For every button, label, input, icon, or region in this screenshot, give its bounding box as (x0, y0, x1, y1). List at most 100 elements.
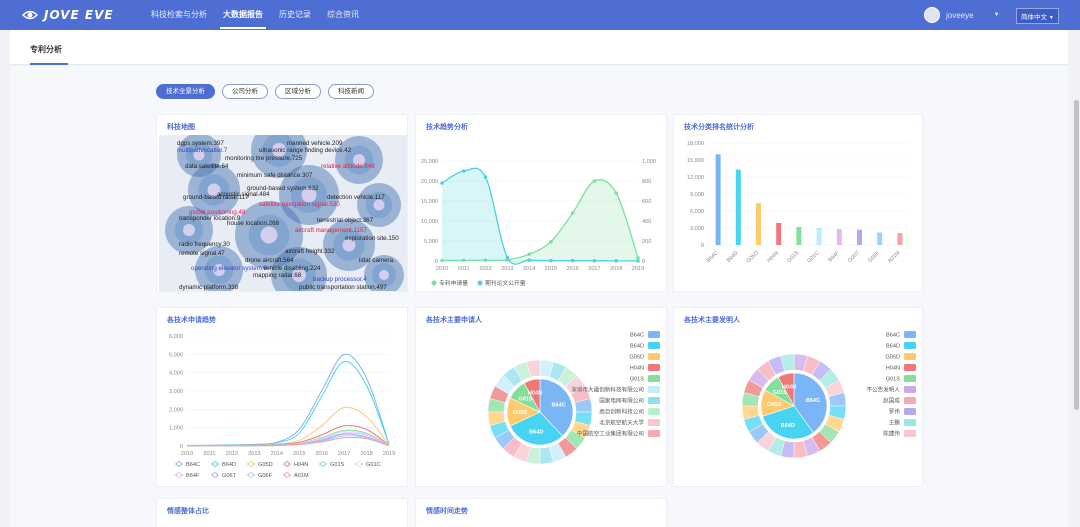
inventors-card: 各技术主要发明人 B64C B64D G05D G01S H04N B64C B64D G05… (673, 307, 923, 487)
map-label: house location.268 (227, 220, 280, 227)
x-tick-label: G06T (847, 250, 861, 264)
legend-label: B64C (886, 333, 900, 339)
data-point (527, 258, 531, 262)
legend-label: A01M (294, 473, 309, 479)
y2-tick-label: 0 (642, 259, 645, 265)
pill-tech-overview[interactable]: 技术全景分析 (156, 84, 215, 99)
map-label: operating elevator system.6 (191, 265, 268, 272)
x-tick-label: H04N (766, 250, 780, 264)
map-label: dgps system.397 (177, 140, 224, 147)
legend-marker (176, 472, 182, 478)
y-tick-label: 0 (180, 444, 183, 450)
legend-swatch (648, 419, 660, 426)
pill-company[interactable]: 公司分析 (222, 84, 268, 99)
y-tick-label: 5,000 (169, 352, 183, 358)
y2-tick-label: 400 (642, 219, 651, 225)
map-peak (379, 270, 389, 280)
legend-label: 北京航空航天大学 (599, 419, 644, 427)
y-tick-label: 3,000 (169, 389, 183, 395)
legend-swatch (904, 342, 916, 349)
x-tick-label: G01C (806, 250, 820, 264)
nav-item-search-analysis[interactable]: 科技检索与分析 (143, 0, 215, 30)
legend-swatch (648, 386, 660, 393)
x-tick-label: 2011 (203, 451, 215, 457)
data-point (527, 252, 531, 256)
map-label: drone aircraft.564 (245, 257, 294, 264)
card-title: 情感整体占比 (167, 508, 209, 515)
x-tick-label: 2019 (383, 451, 395, 457)
apply-trend-card: 各技术申请趋势 6,000 5,000 4,000 3,000 2,000 1,000 0 2… (156, 307, 408, 487)
y-tick-label: 15,000 (687, 158, 704, 164)
legend-label: G01S (886, 377, 901, 383)
apply-trend-chart[interactable]: 6,000 5,000 4,000 3,000 2,000 1,000 02010 2011 2… (157, 324, 407, 486)
legend-label: B64F (186, 473, 200, 479)
data-point (440, 181, 444, 185)
map-label: aircraft height.332 (285, 248, 335, 255)
legend-label: 中国航空工业集团有限公司 (577, 430, 644, 438)
scrollbar[interactable] (1074, 100, 1079, 410)
data-point (592, 179, 597, 183)
pill-tech-news[interactable]: 科技新闻 (328, 84, 374, 99)
legend-swatch (648, 375, 660, 382)
map-label: manned vehicle.209 (287, 140, 343, 147)
legend-swatch (904, 397, 916, 404)
y-tick-label: 6,000 (690, 209, 704, 215)
y-tick-label: 1,000 (169, 426, 183, 432)
legend-swatch (904, 353, 916, 360)
trend-chart[interactable]: 25,000 1,000 20,000 800 15,000 600 10,000 400 5,… (416, 133, 666, 291)
inventors-chart[interactable]: B64CB64DG05DG01SH04NB64CB64DG05DH04NG01S… (674, 324, 922, 486)
app-logo[interactable]: JOVE EVE (22, 7, 114, 23)
legend-label: H04N (630, 366, 644, 372)
sentiment-share-card: 情感整体占比 (156, 498, 408, 527)
y-tick-label: 4,000 (169, 371, 183, 377)
map-label: monitoring tire pressure.725 (225, 155, 303, 162)
legend-swatch (904, 364, 916, 371)
nav-item-big-data-report[interactable]: 大数据报告 (215, 0, 271, 30)
x-tick-label: G06F (867, 250, 881, 264)
slice-label: G01S (518, 396, 533, 402)
legend-swatch (904, 408, 916, 415)
data-point (483, 175, 488, 179)
map-label: aircraft management.1157 (295, 227, 367, 234)
tech-map-card: 科技地图 dgps system.397 manned vehicle.209 mu… (156, 114, 408, 292)
data-point (549, 240, 553, 244)
legend-label: B64C (186, 462, 200, 468)
y-tick-label: 9,000 (690, 192, 704, 198)
map-label: terrestrial object.367 (317, 217, 374, 224)
legend-marker (284, 461, 290, 467)
x-tick-label: B64C (706, 250, 720, 264)
x-tick-label: 2014 (523, 266, 535, 272)
slice-label: H04N (782, 385, 796, 391)
y2-tick-label: 600 (642, 199, 651, 205)
y-tick-label: 5,000 (424, 239, 438, 245)
legend-marker (477, 280, 483, 286)
data-point (461, 169, 466, 173)
slice-label: B64D (529, 430, 543, 436)
legend-swatch (904, 430, 916, 437)
bar (857, 229, 862, 245)
bar (816, 228, 822, 245)
legend-marker (248, 461, 254, 467)
nav-item-news[interactable]: 综合资讯 (319, 0, 367, 30)
legend-label: G01C (366, 462, 381, 468)
legend-label: 陈建伟 (883, 430, 900, 438)
map-label: radio frequency.30 (179, 241, 230, 248)
pill-region[interactable]: 区域分析 (275, 84, 321, 99)
rank-chart[interactable]: 18,000 15,000 12,000 9,000 6,000 3,000 0B64C B6… (674, 133, 922, 291)
y-tick-label: 3,000 (690, 226, 704, 232)
legend-label: G05D (258, 462, 273, 468)
map-label: ultrasonic range finding device.42 (259, 147, 352, 154)
legend-swatch (648, 408, 660, 415)
trend-card: 技术趋势分析 25,000 1,000 20,000 800 15,000 600 10,0… (415, 114, 667, 292)
nav-item-history[interactable]: 历史记录 (271, 0, 319, 30)
legend-swatch (904, 386, 916, 393)
applicants-chart[interactable]: B64CB64DG05DG01SH04NB64CB64DG05DH04NG01S… (416, 324, 666, 486)
user-menu[interactable]: joveeye ▼ (924, 7, 1000, 23)
tab-patent-analysis[interactable]: 专利分析 (30, 44, 62, 55)
tech-map-visual[interactable]: dgps system.397 manned vehicle.209 multipa… (159, 135, 407, 291)
language-select[interactable]: 简体中文 ▼ (1016, 8, 1059, 24)
x-tick-label: 2016 (315, 451, 327, 457)
data-point (570, 258, 575, 263)
legend-label: B64D (222, 462, 236, 468)
x-tick-label: G05D (746, 250, 760, 264)
